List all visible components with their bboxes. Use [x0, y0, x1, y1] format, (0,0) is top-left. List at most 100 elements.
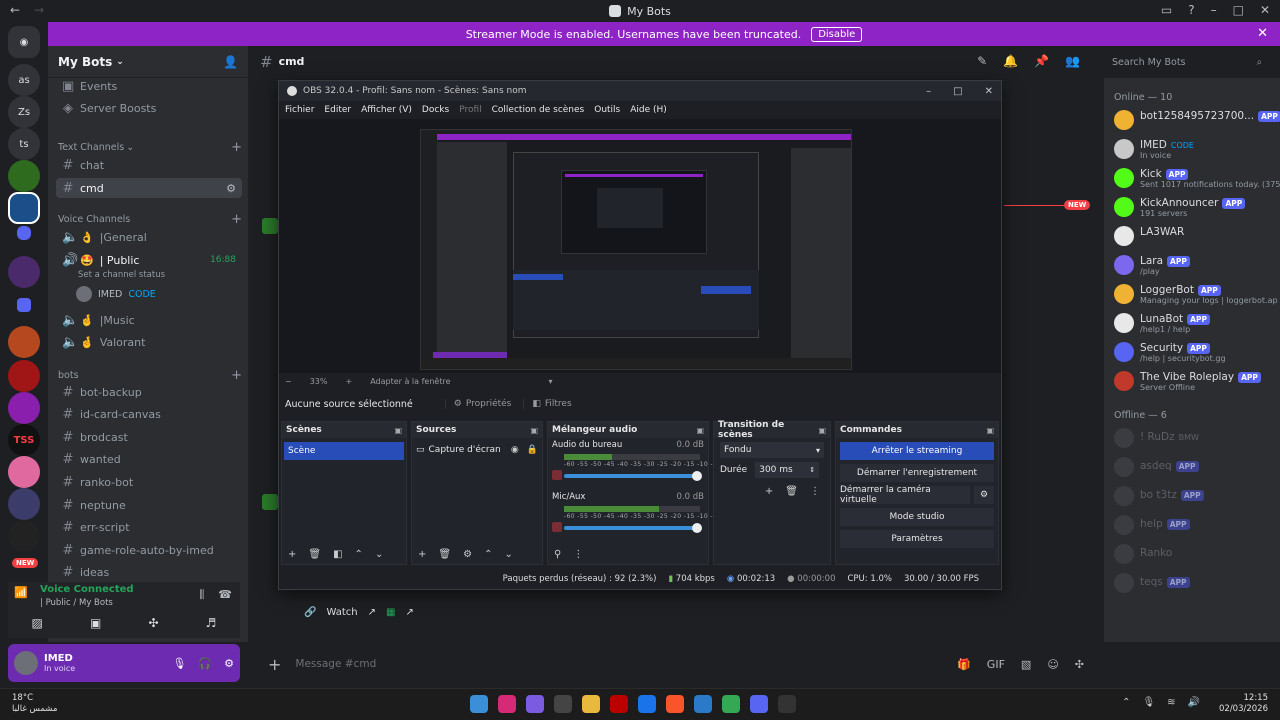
external-link-icon[interactable]: ↗ — [368, 607, 376, 618]
obs-maximize-icon[interactable]: □ — [953, 86, 962, 97]
fit-dropdown-icon[interactable]: ▾ — [548, 377, 552, 386]
member-item[interactable]: LunaBot APP/help1 / help — [1114, 313, 1278, 334]
invite-icon[interactable]: 👤 — [223, 55, 238, 69]
member-item-offline[interactable]: ! RuDz BMW — [1114, 428, 1278, 448]
instagram-icon[interactable] — [498, 695, 516, 713]
member-item[interactable]: Kick APP Sent 1017 notifications today. (3… — [1114, 168, 1280, 189]
apps-icon[interactable]: ✣ — [1075, 658, 1084, 671]
member-item[interactable]: bot1258495723700... APP — [1114, 110, 1280, 130]
member-item-offline[interactable]: teqs APP — [1114, 573, 1278, 593]
headphones-icon[interactable]: 🎧 — [198, 657, 212, 670]
voice-user-imed[interactable]: IMED CODE — [76, 286, 156, 302]
delete-source-icon[interactable]: 🗑 — [438, 549, 451, 560]
obs-preview[interactable] — [279, 119, 1001, 373]
close-banner-icon[interactable]: ✕ — [1257, 26, 1268, 41]
soundboard-icon[interactable]: ♬ — [206, 616, 217, 630]
move-up-icon[interactable]: ⌃ — [355, 549, 363, 560]
mixer-menu-icon[interactable]: ⋮ — [573, 549, 583, 560]
member-item[interactable]: Security APP/help | securitybot.gg — [1114, 342, 1278, 363]
member-item[interactable]: IMED CODE In voice — [1114, 139, 1278, 160]
transition-select[interactable]: Fondu ▾ — [720, 442, 824, 458]
filters-button[interactable]: ◧ Filtres — [523, 399, 572, 409]
help-icon[interactable]: ? — [1188, 3, 1194, 17]
voice-channel-general[interactable]: 🔈 👌 |General — [56, 227, 242, 247]
search-input[interactable]: Search My Bots ⌕ — [1106, 53, 1268, 71]
member-item-offline[interactable]: asdeq APP — [1114, 457, 1278, 477]
zoom-out-icon[interactable]: − — [285, 377, 292, 386]
channel-wanted[interactable]: # wanted — [56, 449, 242, 469]
member-list-icon[interactable]: 👥 — [1065, 54, 1080, 68]
inbox-icon[interactable]: ▭ — [1161, 3, 1172, 17]
voice-channel-music[interactable]: 🔈 🤞 |Music — [56, 310, 242, 330]
gif-icon[interactable]: GIF — [987, 658, 1005, 671]
vscode-icon[interactable] — [694, 695, 712, 713]
weather-widget[interactable]: 18°C مشمس غالبا — [12, 693, 57, 715]
channel-err-script[interactable]: # err-script — [56, 517, 242, 537]
external-link-icon-2[interactable]: ↗ — [405, 607, 413, 618]
activity-icon[interactable]: ✣ — [148, 616, 158, 630]
server-purple-icon[interactable] — [8, 392, 40, 424]
move-up-icon[interactable]: ⌃ — [484, 549, 492, 560]
dock-popout-icon[interactable]: ▣ — [696, 426, 704, 435]
mixer-link-icon[interactable]: ⚲ — [554, 549, 561, 560]
forward-arrow-icon[interactable]: → — [34, 3, 44, 17]
maximize-icon[interactable]: □ — [1233, 3, 1244, 17]
member-item-offline[interactable]: bo t3tz APP — [1114, 486, 1278, 506]
start-recording-button[interactable]: Démarrer l'enregistrement — [840, 464, 994, 482]
transition-menu-icon[interactable]: ⋮ — [810, 486, 820, 497]
add-source-icon[interactable]: + — [418, 549, 426, 560]
add-channel-icon[interactable]: + — [231, 140, 242, 155]
server-my-bots-icon[interactable] — [8, 192, 40, 224]
terminal-icon[interactable] — [554, 695, 572, 713]
emoji-icon[interactable]: ☺ — [1047, 658, 1058, 671]
media-icon[interactable] — [610, 695, 628, 713]
obs-taskbar-icon[interactable] — [778, 695, 796, 713]
volume-slider[interactable] — [564, 523, 702, 533]
zoom-in-icon[interactable]: + — [345, 377, 352, 386]
server-tss-icon[interactable]: TSS — [8, 424, 40, 456]
channel-bot-backup[interactable]: # bot-backup — [56, 382, 242, 402]
member-item[interactable]: Lara APP/play — [1114, 255, 1278, 276]
watch-link[interactable]: Watch — [326, 607, 357, 618]
menu-outils[interactable]: Outils — [594, 105, 620, 115]
server-sparadise-icon[interactable] — [8, 520, 40, 552]
voice-connected-sub[interactable]: | Public / My Bots — [40, 598, 113, 608]
pin-icon[interactable]: 📌 — [1034, 54, 1049, 68]
screen-share-icon[interactable]: ▣ — [90, 616, 101, 630]
start-icon[interactable] — [470, 695, 488, 713]
file-explorer-icon[interactable] — [582, 695, 600, 713]
disable-button[interactable]: Disable — [811, 26, 863, 42]
mute-icon[interactable] — [552, 522, 562, 532]
home-discord-icon[interactable]: ◉ — [8, 26, 40, 58]
wifi-icon[interactable]: ≋ — [1167, 697, 1175, 708]
virtual-camera-button[interactable]: Démarrer la caméra virtuelle — [840, 485, 970, 505]
taskbar-clock[interactable]: 12:15 02/03/2026 — [1219, 693, 1268, 715]
invite-gear-icon[interactable]: ⚙ — [226, 182, 236, 195]
category-text-channels[interactable]: Text Channels ⌄ + — [58, 140, 242, 155]
message-input[interactable]: + Message #cmd 🎁 GIF ▧ ☺ ✣ — [256, 650, 1096, 678]
discord-taskbar-icon[interactable] — [750, 695, 768, 713]
member-item[interactable]: LA3WAR — [1114, 226, 1278, 246]
server-zs-icon[interactable]: Zs — [8, 96, 40, 128]
mute-icon[interactable] — [552, 470, 562, 480]
server-as[interactable]: as — [8, 64, 40, 96]
menu-collection[interactable]: Collection de scènes — [492, 105, 585, 115]
volume-icon[interactable]: 🔊 — [1188, 697, 1200, 708]
obs-close-icon[interactable]: ✕ — [985, 86, 993, 97]
chrome-icon[interactable] — [722, 695, 740, 713]
brave-icon[interactable] — [666, 695, 684, 713]
dock-popout-icon[interactable]: ▣ — [986, 426, 994, 435]
gift-icon[interactable]: 🎁 — [957, 658, 971, 671]
menu-aide[interactable]: Aide (H) — [630, 105, 667, 115]
folder-icon-2[interactable] — [17, 298, 31, 312]
obs-minimize-icon[interactable]: – — [926, 86, 931, 97]
notification-bell-icon[interactable]: 🔔 — [1003, 54, 1018, 68]
grid-icon[interactable]: ▦ — [386, 607, 395, 618]
server-fire-icon[interactable] — [8, 326, 40, 358]
disconnect-icon[interactable]: ☎ — [218, 588, 232, 602]
guild-header[interactable]: My Bots ⌄ 👤 — [48, 46, 248, 78]
member-item-offline[interactable]: Ranko — [1114, 544, 1278, 564]
add-voice-icon[interactable]: + — [231, 212, 242, 227]
channel-brodcast[interactable]: # brodcast — [56, 427, 242, 447]
back-arrow-icon[interactable]: ← — [10, 3, 20, 17]
